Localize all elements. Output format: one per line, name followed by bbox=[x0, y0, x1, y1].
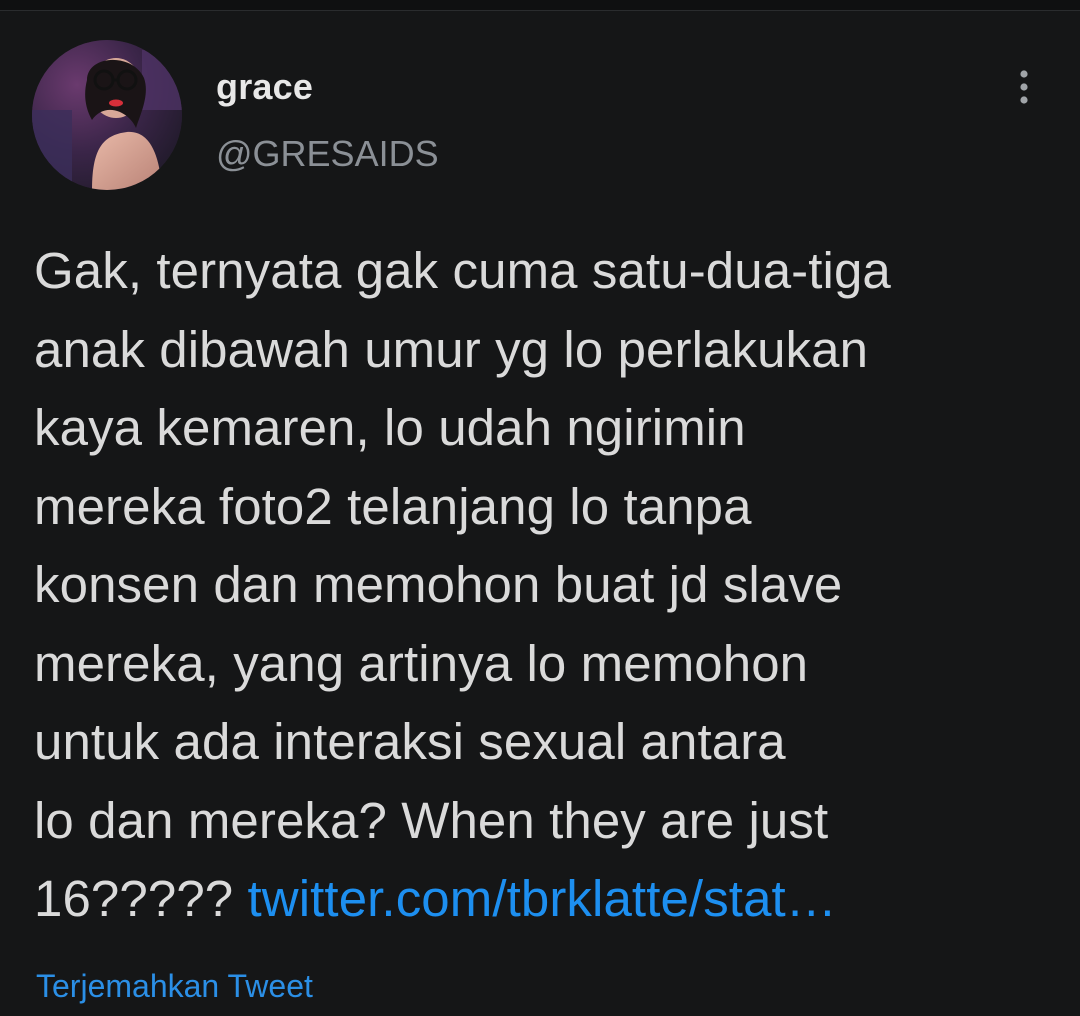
tweet-link[interactable]: twitter.com/tbrklatte/stat… bbox=[248, 870, 837, 927]
author-display-name[interactable]: grace bbox=[216, 66, 313, 108]
translate-tweet-link[interactable]: Terjemahkan Tweet bbox=[36, 968, 313, 1005]
author-handle[interactable]: @GRESAIDS bbox=[216, 133, 439, 175]
avatar[interactable] bbox=[32, 40, 182, 190]
top-divider bbox=[0, 0, 1080, 11]
more-vertical-icon bbox=[1020, 70, 1028, 104]
tweet-text: Gak, ternyata gak cuma satu-dua-tiga ana… bbox=[34, 232, 1064, 939]
tweet-body: Gak, ternyata gak cuma satu-dua-tiga ana… bbox=[34, 242, 891, 927]
more-options-button[interactable] bbox=[1000, 66, 1048, 114]
avatar-image bbox=[32, 40, 182, 190]
